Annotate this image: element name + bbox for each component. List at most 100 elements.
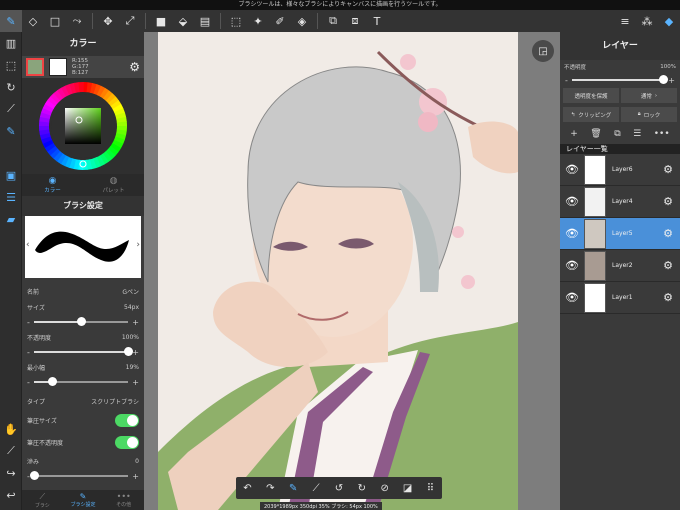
opacity-slider-row[interactable]: - + — [22, 345, 144, 359]
clipping-button[interactable]: ↰ クリッピング — [563, 107, 619, 122]
brush-name-row[interactable]: 名前 Gペン — [22, 283, 144, 299]
blur-slider[interactable] — [29, 471, 129, 480]
eyedropper-icon[interactable]: ⟋ — [307, 483, 325, 494]
tab-other[interactable]: ••• その他 — [103, 490, 144, 510]
text-icon[interactable]: T — [366, 10, 388, 32]
material-icon[interactable]: ⁂ — [636, 10, 658, 32]
tab-brush[interactable]: ⟋ ブラシ — [22, 490, 63, 510]
gradient-icon[interactable]: ▤ — [194, 10, 216, 32]
transform-icon[interactable]: ⤢ — [119, 10, 141, 32]
color-wheel-area[interactable] — [22, 78, 144, 174]
eye-icon[interactable]: 👁︎ — [560, 259, 584, 272]
undo-icon[interactable]: ↶ — [238, 483, 256, 494]
gear-icon[interactable]: ⚙ — [656, 195, 680, 208]
tab-brush-settings[interactable]: ✎ ブラシ設定 — [63, 490, 104, 510]
gear-icon[interactable]: ⚙ — [129, 60, 140, 74]
gear-icon[interactable]: ⚙ — [656, 291, 680, 304]
size-slider[interactable] — [33, 317, 129, 326]
redo-icon[interactable]: ↷ — [261, 483, 279, 494]
artwork-canvas[interactable] — [158, 32, 518, 510]
minus-icon[interactable]: - — [27, 318, 30, 327]
color-panel-icon[interactable]: ▣ — [0, 164, 22, 186]
layer-row[interactable]: 👁︎ Layer1 ⚙ — [560, 282, 680, 314]
tab-palette[interactable]: ◍ パレット — [83, 174, 144, 196]
layer-row[interactable]: 👁︎ Layer6 ⚙ — [560, 154, 680, 186]
eye-icon[interactable]: 👁︎ — [560, 227, 584, 240]
move-icon[interactable]: ✥ — [97, 10, 119, 32]
layer-row[interactable]: 👁︎ Layer5 ⚙ — [560, 218, 680, 250]
type-row[interactable]: タイプ スクリプトブラシ — [22, 393, 144, 409]
grid-icon[interactable]: ⠿ — [421, 483, 439, 494]
opacity-slider[interactable] — [33, 347, 134, 356]
plus-icon[interactable]: + — [132, 472, 139, 481]
plus-icon[interactable]: + — [132, 378, 139, 387]
layers-icon[interactable]: ◆ — [658, 10, 680, 32]
rotate-left-icon[interactable]: ↺ — [330, 483, 348, 494]
rectangle-icon[interactable]: □ — [44, 10, 66, 32]
color-wheel[interactable] — [22, 78, 144, 174]
plus-icon[interactable]: + — [668, 76, 675, 85]
eraser-icon[interactable]: ◇ — [22, 10, 44, 32]
delete-layer-icon[interactable]: 🗑︎ — [590, 129, 601, 139]
selection-icon[interactable]: ⬚ — [0, 54, 22, 76]
layer-row[interactable]: 👁︎ Layer2 ⚙ — [560, 250, 680, 282]
lock-button[interactable]: 🔒︎ ロック — [621, 107, 677, 122]
primary-color-swatch[interactable] — [26, 58, 44, 76]
protect-alpha-button[interactable]: 透明度を保護 — [563, 88, 619, 103]
curve-icon[interactable]: ⤳ — [66, 10, 88, 32]
eye-icon[interactable]: 👁︎ — [560, 291, 584, 304]
pressure-size-toggle[interactable] — [115, 413, 139, 427]
fill-icon[interactable]: ■ — [150, 10, 172, 32]
hand-icon[interactable]: ✋ — [0, 418, 22, 440]
layer-opacity-slider-row[interactable]: - + — [560, 74, 680, 86]
add-layer-icon[interactable]: + — [570, 129, 578, 139]
chevron-left-icon[interactable]: ‹ — [26, 240, 30, 250]
eye-icon[interactable]: 👁︎ — [560, 195, 584, 208]
size-slider-row[interactable]: - + — [22, 315, 144, 329]
eyedropper-icon[interactable]: ⟋ — [0, 440, 22, 462]
magic-wand-icon[interactable]: ✦ — [247, 10, 269, 32]
gear-icon[interactable]: ⚙ — [656, 163, 680, 176]
more-icon[interactable]: ••• — [654, 129, 670, 139]
gear-icon[interactable]: ⚙ — [656, 227, 680, 240]
bucket-icon[interactable]: ⬙ — [172, 10, 194, 32]
minus-icon[interactable]: - — [565, 76, 568, 85]
blur-slider-row[interactable]: - + — [22, 469, 144, 483]
rotate-icon[interactable]: ↻ — [0, 76, 22, 98]
chevron-right-icon[interactable]: › — [136, 240, 140, 250]
gear-icon[interactable]: ⚙ — [656, 259, 680, 272]
layer-properties-icon[interactable]: ☰ — [633, 129, 641, 139]
min-width-slider[interactable] — [33, 377, 129, 386]
rotate-right-icon[interactable]: ↻ — [353, 483, 371, 494]
copy-icon[interactable]: ⧉ — [322, 10, 344, 32]
plus-icon[interactable]: + — [132, 318, 139, 327]
blend-mode-button[interactable]: 通常 › — [621, 88, 677, 103]
tab-color[interactable]: ◉ カラー — [22, 174, 83, 196]
brush-size-icon[interactable]: ✎ — [284, 483, 302, 494]
secondary-color-swatch[interactable] — [49, 58, 67, 76]
minus-icon[interactable]: - — [27, 348, 30, 357]
pages-icon[interactable]: ▥ — [0, 32, 22, 54]
layer-panel-icon[interactable]: ▰ — [0, 208, 22, 230]
layer-opacity-slider[interactable] — [571, 75, 669, 84]
brush-list-icon[interactable]: ☰ — [0, 186, 22, 208]
min-width-slider-row[interactable]: - + — [22, 375, 144, 389]
select-icon[interactable]: ⬚ — [225, 10, 247, 32]
layer-row[interactable]: 👁︎ Layer4 ⚙ — [560, 186, 680, 218]
plus-icon[interactable]: + — [132, 348, 139, 357]
select-pen-icon[interactable]: ✐ — [269, 10, 291, 32]
ruler-icon[interactable]: ⟋ — [0, 98, 22, 120]
menu-icon[interactable]: ≡ — [614, 10, 636, 32]
pressure-opacity-toggle[interactable] — [115, 435, 139, 449]
paste-icon[interactable]: ⧈ — [344, 10, 366, 32]
minus-icon[interactable]: - — [27, 378, 30, 387]
undo-icon[interactable]: ↩ — [0, 484, 22, 506]
canvas-area[interactable]: ◲ ↶ ↷ ✎ ⟋ ↺ ↻ ⊘ ◪ ⠿ 2039*1989px 350dpi 35% ブラシ: … — [144, 32, 560, 510]
eye-icon[interactable]: 👁︎ — [560, 163, 584, 176]
select-eraser-icon[interactable]: ◈ — [291, 10, 313, 32]
brush-icon[interactable]: ✎ — [0, 10, 22, 32]
snapshot-icon[interactable]: ◪ — [399, 483, 417, 494]
redo-icon[interactable]: ↪ — [0, 462, 22, 484]
navigator-button[interactable]: ◲ — [532, 40, 554, 62]
duplicate-layer-icon[interactable]: ⧉ — [614, 129, 620, 139]
